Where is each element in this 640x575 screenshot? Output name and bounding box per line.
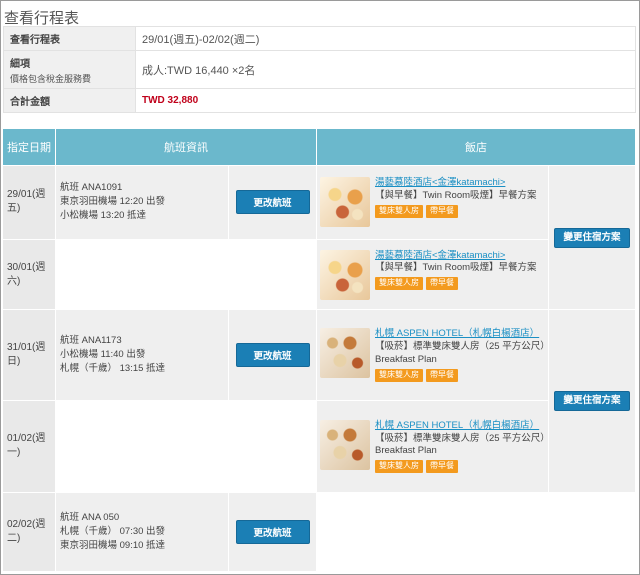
change-flight-cell: 更改航班 — [229, 165, 317, 240]
change-flight-button[interactable]: 更改航班 — [235, 190, 310, 215]
hotel-plan: 【與早餐】Twin Room吸煙】早餐方案 — [375, 262, 537, 274]
schedule-label: 查看行程表 — [3, 26, 136, 51]
flight-name: 航班 ANA1173 — [60, 334, 122, 346]
hotel-name-link[interactable]: 札幌 ASPEN HOTEL（札幌白楊酒店） — [375, 328, 545, 341]
header-flight: 航班資訊 — [56, 129, 317, 166]
tag-room-type: 雙床雙人房 — [375, 368, 423, 382]
flight-info: 航班 ANA1173 小松機場 11:40 出發 札幌（千歲） 13:15 抵達 — [56, 310, 229, 401]
hotel-tags: 雙床雙人房 帶早餐 — [375, 460, 545, 473]
row-date: 01/02(週一) — [3, 400, 56, 493]
change-stay-button[interactable]: 變更住宿方案 — [554, 391, 630, 412]
hotel-info: 札幌 ASPEN HOTEL（札幌白楊酒店） 【吸菸】標準雙床雙人房（25 平方… — [375, 328, 545, 382]
itinerary-table: 指定日期 航班資訊 飯店 29/01(週五) 航班 ANA1091 東京羽田機場… — [3, 129, 636, 572]
change-flight-button[interactable]: 更改航班 — [235, 343, 310, 368]
hotel-cell: 湯藝慕陸酒店<金澤katamachi> 【與早餐】Twin Room吸煙】早餐方… — [317, 239, 549, 311]
hotel-tags: 雙床雙人房 帶早餐 — [375, 204, 545, 218]
hotel-cell: 湯藝慕陸酒店<金澤katamachi> 【與早餐】Twin Room吸煙】早餐方… — [317, 165, 549, 240]
hotel-plan: 【吸菸】標準雙床雙人房（25 平方公尺）Breakfast Plan — [375, 341, 545, 366]
tag-room-type: 雙床雙人房 — [375, 460, 423, 473]
table-row: 02/02(週二) 航班 ANA 050 札幌（千歲） 07:30 出發 東京羽… — [3, 493, 636, 572]
schedule-value: 29/01(週五)-02/02(週二) — [135, 26, 636, 51]
detail-value: 成人:TWD 16,440 ×2名 — [135, 50, 636, 89]
row-date: 02/02(週二) — [3, 493, 56, 572]
table-row: 01/02(週一) 札幌 ASPEN HOTEL（札幌白楊酒店） 【吸菸】標準雙… — [3, 400, 636, 493]
hotel-thumbnail[interactable] — [320, 249, 370, 300]
hotel-name-link[interactable]: 札幌 ASPEN HOTEL（札幌白楊酒店） — [375, 420, 545, 433]
detail-label: 細項 — [10, 58, 30, 70]
table-row: 29/01(週五) 航班 ANA1091 東京羽田機場 12:20 出發 小松機… — [3, 165, 636, 311]
change-flight-cell: 更改航班 — [229, 310, 317, 401]
flight-info: 航班 ANA 050 札幌（千歲） 07:30 出發 東京羽田機場 09:10 … — [56, 493, 229, 572]
flight-depart: 札幌（千歲） 07:30 出發 — [60, 525, 166, 537]
hotel-cell: 札幌 ASPEN HOTEL（札幌白楊酒店） 【吸菸】標準雙床雙人房（25 平方… — [317, 310, 549, 401]
total-label: 合計金額 — [3, 88, 136, 113]
hotel-cell: 札幌 ASPEN HOTEL（札幌白楊酒店） 【吸菸】標準雙床雙人房（25 平方… — [317, 400, 549, 493]
itinerary-header: 指定日期 航班資訊 飯店 — [3, 129, 636, 166]
summary-table: 查看行程表 29/01(週五)-02/02(週二) 細項 價格包含稅金服務費 成… — [3, 26, 636, 113]
tag-breakfast: 帶早餐 — [426, 204, 458, 218]
hotel-card: 湯藝慕陸酒店<金澤katamachi> 【與早餐】Twin Room吸煙】早餐方… — [320, 249, 545, 300]
hotel-plan: 【與早餐】Twin Room吸煙】早餐方案 — [375, 190, 537, 202]
hotel-info: 湯藝慕陸酒店<金澤katamachi> 【與早餐】Twin Room吸煙】早餐方… — [375, 250, 545, 291]
summary-row-schedule: 查看行程表 29/01(週五)-02/02(週二) — [3, 26, 636, 51]
tag-room-type: 雙床雙人房 — [375, 204, 423, 218]
change-stay-cell: 變更住宿方案 — [549, 310, 636, 493]
hotel-info: 札幌 ASPEN HOTEL（札幌白楊酒店） 【吸菸】標準雙床雙人房（25 平方… — [375, 420, 545, 473]
total-value: TWD 32,880 — [135, 88, 636, 113]
row-date: 31/01(週日) — [3, 310, 56, 401]
flight-empty — [56, 400, 317, 493]
hotel-thumbnail[interactable] — [320, 328, 370, 379]
detail-sublabel: 價格包含稅金服務費 — [10, 73, 92, 84]
hotel-thumbnail[interactable] — [320, 177, 370, 228]
detail-label-cell: 細項 價格包含稅金服務費 — [3, 50, 136, 89]
tag-room-type: 雙床雙人房 — [375, 277, 423, 291]
flight-name: 航班 ANA 050 — [60, 511, 120, 523]
change-stay-cell: 變更住宿方案 — [549, 165, 636, 311]
row-date: 30/01(週六) — [3, 239, 56, 311]
flight-name: 航班 ANA1091 — [60, 181, 123, 193]
table-row: 30/01(週六) 湯藝慕陸酒店<金澤katamachi> 【與早餐】Twin … — [3, 239, 636, 311]
header-hotel: 飯店 — [317, 129, 636, 166]
hotel-card: 湯藝慕陸酒店<金澤katamachi> 【與早餐】Twin Room吸煙】早餐方… — [320, 177, 545, 228]
flight-depart: 小松機場 11:40 出發 — [60, 348, 146, 360]
hotel-name-link[interactable]: 湯藝慕陸酒店<金澤katamachi> — [375, 177, 545, 190]
flight-info: 航班 ANA1091 東京羽田機場 12:20 出發 小松機場 13:20 抵達 — [56, 165, 229, 240]
flight-arrive: 東京羽田機場 09:10 抵達 — [60, 540, 166, 552]
page-title: 查看行程表 — [4, 10, 80, 27]
tag-breakfast: 帶早餐 — [426, 368, 458, 382]
hotel-tags: 雙床雙人房 帶早餐 — [375, 277, 545, 291]
tag-breakfast: 帶早餐 — [426, 460, 458, 473]
summary-row-total: 合計金額 TWD 32,880 — [3, 88, 636, 113]
change-stay-button[interactable]: 變更住宿方案 — [554, 227, 630, 248]
tag-breakfast: 帶早餐 — [426, 277, 458, 291]
hotel-card: 札幌 ASPEN HOTEL（札幌白楊酒店） 【吸菸】標準雙床雙人房（25 平方… — [320, 328, 545, 382]
flight-arrive: 札幌（千歲） 13:15 抵達 — [60, 363, 166, 375]
flight-depart: 東京羽田機場 12:20 出發 — [60, 196, 166, 208]
change-flight-button[interactable]: 更改航班 — [235, 520, 310, 544]
hotel-tags: 雙床雙人房 帶早餐 — [375, 368, 545, 382]
header-date: 指定日期 — [3, 129, 56, 166]
summary-row-detail: 細項 價格包含稅金服務費 成人:TWD 16,440 ×2名 — [3, 50, 636, 89]
row-date: 29/01(週五) — [3, 165, 56, 240]
hotel-info: 湯藝慕陸酒店<金澤katamachi> 【與早餐】Twin Room吸煙】早餐方… — [375, 177, 545, 218]
hotel-thumbnail[interactable] — [320, 419, 370, 470]
flight-empty — [56, 239, 317, 311]
table-row: 31/01(週日) 航班 ANA1173 小松機場 11:40 出發 札幌（千歲… — [3, 310, 636, 493]
flight-arrive: 小松機場 13:20 抵達 — [60, 210, 147, 222]
hotel-empty — [317, 493, 636, 572]
hotel-name-link[interactable]: 湯藝慕陸酒店<金澤katamachi> — [375, 250, 545, 263]
change-flight-cell: 更改航班 — [229, 493, 317, 572]
hotel-card: 札幌 ASPEN HOTEL（札幌白楊酒店） 【吸菸】標準雙床雙人房（25 平方… — [320, 419, 545, 473]
hotel-plan: 【吸菸】標準雙床雙人房（25 平方公尺）Breakfast Plan — [375, 432, 545, 457]
